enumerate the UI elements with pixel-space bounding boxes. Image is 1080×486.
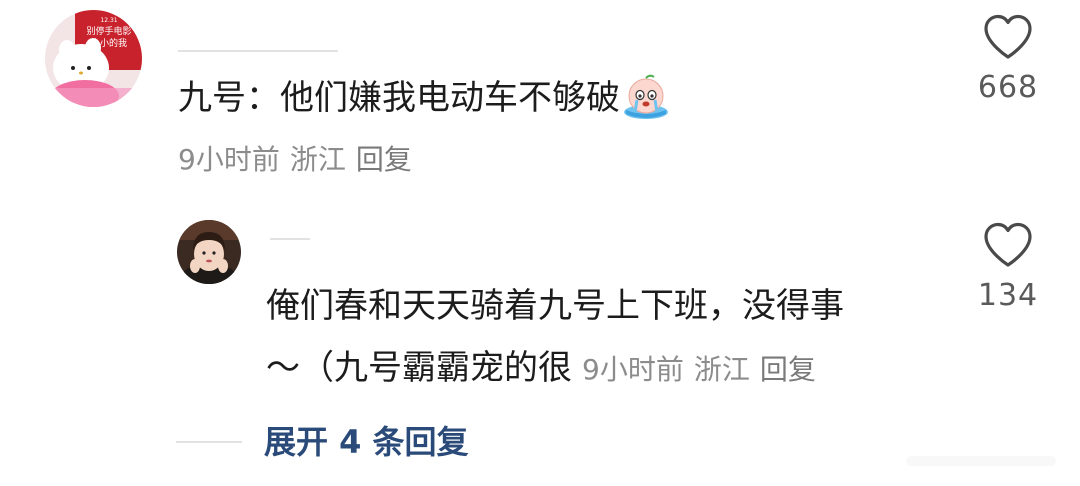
comment-2-like-button[interactable]: 134 <box>963 222 1053 313</box>
comment-2-meta: 9小时前 浙江 回复 <box>582 353 826 386</box>
username-placeholder-2 <box>270 238 310 240</box>
watermark-logo <box>876 449 1056 473</box>
crying-face-emoji <box>622 72 670 120</box>
comment-1-text: 九号：他们嫌我电动车不够破 <box>178 66 670 130</box>
avatar-comment-2[interactable] <box>177 220 241 284</box>
comment-1-like-button[interactable]: 668 <box>963 14 1053 105</box>
avatar-comment-1[interactable]: 12.31 别停手电影 小小的我 <box>45 10 142 107</box>
comment-1-body: 九号：他们嫌我电动车不够破 <box>178 78 620 118</box>
comment-1-like-count: 668 <box>977 70 1039 105</box>
comment-1-reply-button[interactable]: 回复 <box>356 143 412 176</box>
comment-2-location: 浙江 <box>693 353 750 386</box>
comment-2-text-line-2: ～（九号霸霸宠的很 9小时前 浙江 回复 <box>266 336 826 402</box>
comment-2-time: 9小时前 <box>582 353 684 386</box>
svg-text:12.31: 12.31 <box>100 17 117 24</box>
expand-replies-button[interactable]: 展开 4 条回复 <box>264 420 469 464</box>
comment-1-meta: 9小时前 浙江 回复 <box>178 140 422 180</box>
comment-1-location: 浙江 <box>289 143 346 176</box>
comment-2-text-line-1: 俺们春和天天骑着九号上下班，没得事 <box>266 286 844 326</box>
username-placeholder-1 <box>178 50 338 52</box>
heart-outline-icon <box>984 222 1032 267</box>
comment-2-reply-button[interactable]: 回复 <box>760 353 816 386</box>
heart-outline-icon <box>984 14 1032 59</box>
expand-divider <box>176 441 242 443</box>
svg-text:别停手电影: 别停手电影 <box>86 25 131 37</box>
comment-2-body-tail: ～（九号霸霸宠的很 <box>266 348 572 388</box>
comment-1-time: 9小时前 <box>178 143 280 176</box>
comment-2-like-count: 134 <box>977 278 1039 313</box>
